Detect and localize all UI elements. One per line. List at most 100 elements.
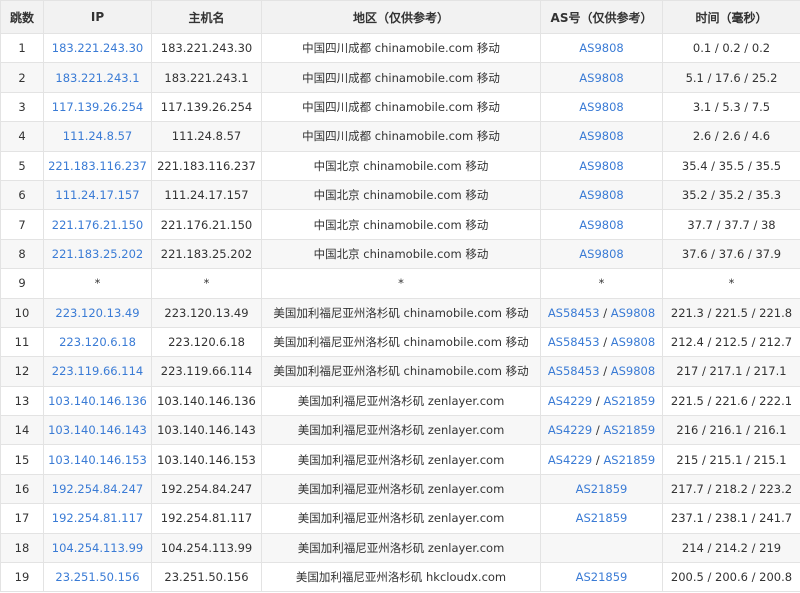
as-separator: /	[599, 335, 611, 350]
table-row: 12 223.119.66.114 223.119.66.114 美国加利福尼亚州洛杉…	[0, 356, 800, 387]
cell-ip-text[interactable]: 111.24.17.157	[55, 188, 139, 202]
cell-host: 192.254.84.247	[151, 473, 262, 505]
cell-time: 217 / 217.1 / 217.1	[662, 356, 800, 387]
cell-region-text: 中国四川成都 chinamobile.com 移动	[302, 129, 500, 144]
cell-time: 3.1 / 5.3 / 7.5	[662, 91, 800, 123]
cell-ip-text[interactable]: 103.140.146.143	[48, 423, 147, 437]
cell-host: 183.221.243.30	[151, 32, 262, 64]
cell-ip-text[interactable]: 104.254.113.99	[52, 541, 143, 555]
cell-region: 美国加利福尼亚州洛杉矶 zenlayer.com	[261, 473, 541, 505]
cell-ip-text[interactable]: 117.139.26.254	[52, 100, 143, 114]
cell-host: 221.183.116.237	[151, 150, 262, 181]
cell-ip-text[interactable]: 223.120.6.18	[59, 335, 136, 349]
as-link[interactable]: AS58453	[548, 364, 600, 378]
as-link[interactable]: AS9808	[579, 71, 623, 85]
cell-ip: 221.183.25.202	[43, 238, 152, 270]
cell-hop: 13	[0, 385, 44, 417]
table-row: 2 183.221.243.1 183.221.243.1 中国四川成都 chinam…	[0, 62, 800, 93]
cell-hop: 18	[0, 532, 44, 564]
cell-as: AS4229 / AS21859	[540, 415, 663, 446]
cell-region: 美国加利福尼亚州洛杉矶 zenlayer.com	[261, 415, 541, 446]
as-link[interactable]: AS9808	[579, 129, 623, 143]
cell-time-text: 217 / 217.1 / 217.1	[676, 364, 787, 379]
as-link[interactable]: AS21859	[603, 423, 655, 437]
cell-hop-text: 5	[18, 158, 26, 173]
as-link[interactable]: AS9808	[579, 159, 623, 173]
cell-ip-text[interactable]: 221.183.116.237	[48, 159, 147, 173]
cell-time: 5.1 / 17.6 / 25.2	[662, 62, 800, 93]
cell-region: 中国北京 chinamobile.com 移动	[261, 179, 541, 211]
as-link[interactable]: AS9808	[611, 364, 655, 378]
cell-ip-text[interactable]: 103.140.146.136	[48, 394, 147, 408]
cell-ip: 223.119.66.114	[43, 356, 152, 387]
cell-region-text: *	[398, 276, 404, 291]
cell-as	[540, 532, 663, 564]
as-link[interactable]: AS9808	[579, 218, 623, 232]
as-link[interactable]: AS21859	[576, 570, 628, 584]
cell-host: 117.139.26.254	[151, 91, 262, 123]
cell-ip-text[interactable]: 223.119.66.114	[52, 364, 143, 378]
cell-ip-text[interactable]: 103.140.146.153	[48, 453, 147, 467]
cell-host: 104.254.113.99	[151, 532, 262, 564]
cell-ip-text[interactable]: 183.221.243.1	[55, 71, 139, 85]
as-link: *	[598, 276, 605, 291]
table-row: 1 183.221.243.30 183.221.243.30 中国四川成都 chin…	[0, 32, 800, 64]
cell-host-text: 111.24.17.157	[164, 188, 249, 203]
as-link[interactable]: AS4229	[548, 394, 592, 408]
cell-time: 221.5 / 221.6 / 222.1	[662, 385, 800, 417]
cell-time-text: 217.7 / 218.2 / 223.2	[670, 482, 793, 497]
cell-ip-text[interactable]: 192.254.81.117	[52, 511, 143, 525]
table-row: 3 117.139.26.254 117.139.26.254 中国四川成都 chin…	[0, 91, 800, 123]
cell-hop: 10	[0, 297, 44, 328]
cell-host-text: 223.120.6.18	[168, 335, 245, 350]
cell-ip-text[interactable]: 111.24.8.57	[63, 129, 133, 143]
cell-host: 183.221.243.1	[151, 62, 262, 93]
cell-ip-text[interactable]: 221.176.21.150	[52, 218, 143, 232]
table-row: 19 23.251.50.156 23.251.50.156 美国加利福尼亚州洛杉矶 …	[0, 562, 800, 593]
cell-as: AS9808	[540, 179, 663, 211]
cell-ip: 223.120.13.49	[43, 297, 152, 328]
cell-host-text: 23.251.50.156	[164, 570, 249, 585]
table-row: 13 103.140.146.136 103.140.146.136 美国加利福尼亚州…	[0, 385, 800, 417]
as-link[interactable]: AS58453	[548, 335, 600, 349]
as-link[interactable]: AS9808	[579, 41, 623, 55]
table-row: 8 221.183.25.202 221.183.25.202 中国北京 chinam…	[0, 238, 800, 270]
cell-hop: 16	[0, 473, 44, 505]
cell-ip-text[interactable]: 223.120.13.49	[55, 306, 139, 320]
cell-hop: 19	[0, 562, 44, 593]
as-link[interactable]: AS4229	[548, 423, 592, 437]
cell-time: 221.3 / 221.5 / 221.8	[662, 297, 800, 328]
as-link[interactable]: AS9808	[611, 335, 655, 349]
cell-hop-text: 19	[14, 570, 30, 585]
cell-time-text: 2.6 / 2.6 / 4.6	[692, 129, 771, 144]
as-link[interactable]: AS58453	[548, 306, 600, 320]
cell-region: 美国加利福尼亚州洛杉矶 zenlayer.com	[261, 444, 541, 475]
cell-hop: 1	[0, 32, 44, 64]
cell-hop: 11	[0, 326, 44, 358]
as-link[interactable]: AS9808	[579, 188, 623, 202]
cell-ip-text[interactable]: 183.221.243.30	[52, 41, 143, 55]
cell-hop-text: 18	[14, 540, 30, 555]
cell-hop: 9	[0, 268, 44, 299]
cell-ip: 221.176.21.150	[43, 209, 152, 240]
cell-ip-text[interactable]: 192.254.84.247	[52, 482, 143, 496]
cell-ip-text[interactable]: 23.251.50.156	[55, 570, 139, 584]
as-link[interactable]: AS9808	[579, 247, 623, 261]
table-header-row: 跳数 IP 主机名 地区（仅供参考） AS号（仅供参考） 时间（毫秒）	[0, 0, 800, 34]
as-link[interactable]: AS21859	[603, 394, 655, 408]
cell-host-text: 103.140.146.153	[157, 452, 256, 467]
cell-region-text: 中国北京 chinamobile.com 移动	[313, 188, 489, 203]
cell-host-text: 223.119.66.114	[160, 364, 253, 379]
cell-as: AS58453 / AS9808	[540, 326, 663, 358]
cell-hop: 15	[0, 444, 44, 475]
as-link[interactable]: AS21859	[603, 453, 655, 467]
as-link[interactable]: AS21859	[576, 511, 628, 525]
cell-time: 35.2 / 35.2 / 35.3	[662, 179, 800, 211]
cell-time: *	[662, 268, 800, 299]
as-link[interactable]: AS9808	[611, 306, 655, 320]
cell-ip-text[interactable]: 221.183.25.202	[52, 247, 143, 261]
as-link[interactable]: AS21859	[576, 482, 628, 496]
table-row: 4 111.24.8.57 111.24.8.57 中国四川成都 chinamobil…	[0, 121, 800, 152]
as-link[interactable]: AS9808	[579, 100, 623, 114]
as-link[interactable]: AS4229	[548, 453, 592, 467]
